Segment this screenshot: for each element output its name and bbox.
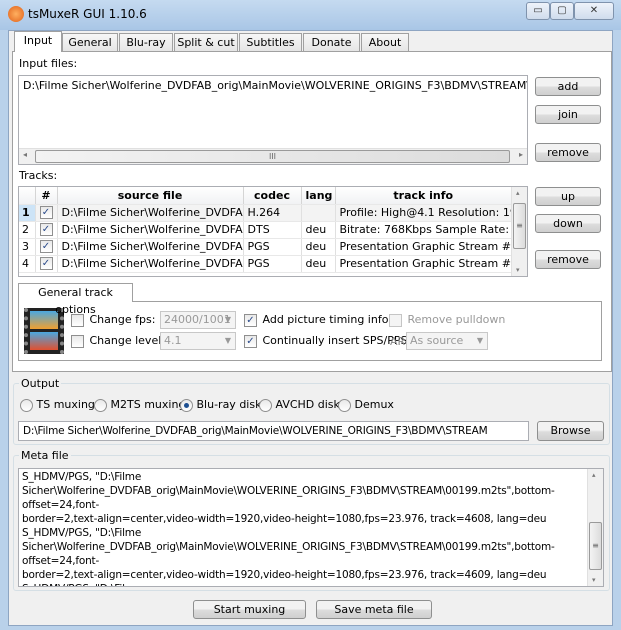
track-checkbox[interactable]: ✓ xyxy=(39,240,53,254)
track-options-panel xyxy=(18,301,602,361)
table-row[interactable]: 2 ✓ D:\Filme Sicher\Wolferine_DVDFA... D… xyxy=(19,221,512,239)
output-label: Output xyxy=(19,377,62,390)
radio-blu-ray-disk[interactable]: Blu-ray disk xyxy=(180,398,261,412)
save-meta-file-button[interactable]: Save meta file xyxy=(316,600,432,619)
chevron-down-icon: ▼ xyxy=(224,315,231,324)
ar-label: AR xyxy=(390,335,406,348)
input-files-list[interactable]: D:\Filme Sicher\Wolferine_DVDFAB_orig\Ma… xyxy=(18,75,528,165)
change-level-checkbox[interactable] xyxy=(71,334,84,348)
col-track-info[interactable]: track info xyxy=(335,187,512,205)
col-source-file[interactable]: source file xyxy=(57,187,244,205)
insert-sps-option[interactable]: ✓ Continually insert SPS/PPS xyxy=(244,334,407,348)
radio-avchd-disk[interactable]: AVCHD disk xyxy=(259,398,340,412)
tab-subtitles[interactable]: Subtitles xyxy=(239,33,302,52)
tracks-table[interactable]: # source file codec lang track info 1 ✓ … xyxy=(18,186,528,277)
tab-general[interactable]: General xyxy=(62,33,118,52)
track-checkbox[interactable]: ✓ xyxy=(39,257,53,271)
add-button[interactable]: add xyxy=(535,77,601,96)
col-number[interactable]: # xyxy=(35,187,58,205)
chevron-down-icon: ▼ xyxy=(476,336,483,345)
scroll-thumb[interactable]: ≡ xyxy=(513,203,526,249)
tab-split-cut[interactable]: Split & cut xyxy=(174,33,238,52)
table-row[interactable]: 1 ✓ D:\Filme Sicher\Wolferine_DVDFA... H… xyxy=(19,204,512,222)
col-codec[interactable]: codec xyxy=(243,187,302,205)
meta-vertical-scrollbar[interactable]: ▴ ≡ ▾ xyxy=(587,469,603,586)
table-row[interactable]: 3 ✓ D:\Filme Sicher\Wolferine_DVDFA... P… xyxy=(19,238,512,256)
maximize-button[interactable]: ▢ xyxy=(550,2,574,20)
tracks-label: Tracks: xyxy=(19,169,58,182)
remove-file-button[interactable]: remove xyxy=(535,143,601,162)
tracks-vertical-scrollbar[interactable]: ▴ ≡ ▾ xyxy=(511,187,527,276)
scroll-thumb[interactable]: ≡ xyxy=(589,522,602,570)
level-combo: 4.1 ▼ xyxy=(160,332,236,350)
horizontal-scrollbar[interactable]: ◂ III ▸ xyxy=(19,148,527,164)
tab-input[interactable]: Input xyxy=(14,31,62,52)
tab-blu-ray[interactable]: Blu-ray xyxy=(119,33,173,52)
table-header: # source file codec lang track info xyxy=(19,187,512,205)
fps-combo: 24000/1001 ▼ xyxy=(160,311,236,329)
scroll-left-icon[interactable]: ◂ xyxy=(23,150,27,159)
app-logo-icon xyxy=(8,6,24,22)
join-button[interactable]: join xyxy=(535,105,601,124)
scroll-up-icon[interactable]: ▴ xyxy=(516,189,520,197)
minimize-button[interactable]: ▭ xyxy=(526,2,550,20)
scroll-down-icon[interactable]: ▾ xyxy=(592,576,596,584)
down-button[interactable]: down xyxy=(535,214,601,233)
change-level-option[interactable]: Change level: xyxy=(71,334,165,348)
scroll-thumb[interactable]: III xyxy=(35,150,510,163)
input-files-label: Input files: xyxy=(19,57,78,70)
scroll-down-icon[interactable]: ▾ xyxy=(516,266,520,274)
close-button[interactable]: ✕ xyxy=(574,2,614,20)
insert-sps-checkbox[interactable]: ✓ xyxy=(244,334,257,348)
ar-combo: As source ▼ xyxy=(406,332,488,350)
add-timing-option[interactable]: ✓ Add picture timing info xyxy=(244,313,388,327)
window-title: tsMuxeR GUI 1.10.6 xyxy=(28,7,147,21)
remove-pulldown-checkbox xyxy=(389,313,402,327)
chevron-down-icon: ▼ xyxy=(224,336,231,345)
radio-ts-muxing[interactable]: TS muxing xyxy=(20,398,95,412)
tab-general-track-options[interactable]: General track options xyxy=(18,283,133,316)
col-lang[interactable]: lang xyxy=(301,187,336,205)
table-row[interactable]: 4 ✓ D:\Filme Sicher\Wolferine_DVDFA... P… xyxy=(19,255,512,273)
meta-file-label: Meta file xyxy=(19,449,71,462)
add-timing-checkbox[interactable]: ✓ xyxy=(244,313,257,327)
tab-about[interactable]: About xyxy=(361,33,409,52)
scroll-up-icon[interactable]: ▴ xyxy=(592,471,596,479)
radio-demux[interactable]: Demux xyxy=(338,398,394,412)
tab-donate[interactable]: Donate xyxy=(303,33,360,52)
scroll-right-icon[interactable]: ▸ xyxy=(519,150,523,159)
title-bar: tsMuxeR GUI 1.10.6 ▭ ▢ ✕ xyxy=(0,0,621,30)
track-checkbox[interactable]: ✓ xyxy=(39,206,53,220)
output-path-input[interactable]: D:\Filme Sicher\Wolferine_DVDFAB_orig\Ma… xyxy=(18,421,529,441)
meta-file-textarea[interactable]: S_HDMV/PGS, "D:\Filme Sicher\Wolferine_D… xyxy=(18,468,604,587)
up-button[interactable]: up xyxy=(535,187,601,206)
remove-pulldown-option: Remove pulldown xyxy=(389,313,505,327)
start-muxing-button[interactable]: Start muxing xyxy=(193,600,306,619)
radio-m2ts-muxing[interactable]: M2TS muxing xyxy=(94,398,185,412)
track-checkbox[interactable]: ✓ xyxy=(39,223,53,237)
browse-button[interactable]: Browse xyxy=(537,421,604,441)
remove-track-button[interactable]: remove xyxy=(535,250,601,269)
input-file-item[interactable]: D:\Filme Sicher\Wolferine_DVDFAB_orig\Ma… xyxy=(19,76,527,95)
